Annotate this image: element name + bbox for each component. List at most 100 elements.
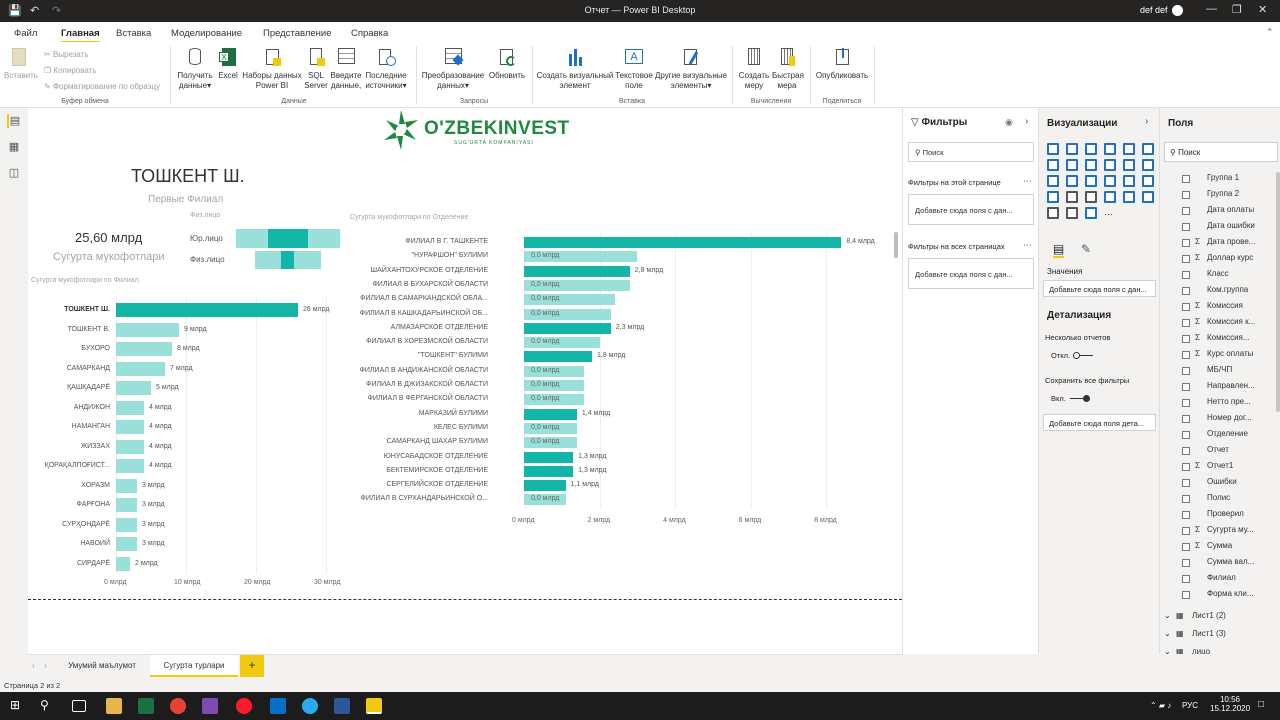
field-item[interactable]: Направлен... bbox=[1182, 380, 1280, 394]
bar[interactable] bbox=[116, 342, 172, 356]
viz-type-icon[interactable] bbox=[1085, 143, 1097, 155]
bar[interactable] bbox=[116, 537, 137, 551]
clock[interactable]: 10:56 15.12.2020 bbox=[1210, 695, 1250, 713]
quick-measure-button[interactable]: Быстрая мера bbox=[772, 46, 804, 91]
new-measure-button[interactable]: Создать меру bbox=[736, 46, 772, 91]
funnel-bar-physical-highlight[interactable] bbox=[281, 251, 294, 269]
fields-scrollbar[interactable] bbox=[1276, 172, 1280, 412]
field-item[interactable]: Σ Дата прове... bbox=[1182, 236, 1280, 250]
minimize-icon[interactable]: — bbox=[1206, 3, 1217, 15]
field-checkbox[interactable] bbox=[1182, 591, 1190, 599]
field-item[interactable]: Отчет bbox=[1182, 444, 1280, 458]
chevron-down-icon[interactable]: ⌄ bbox=[1164, 629, 1171, 638]
tray-icons[interactable]: ⌃ ▰ ♪ bbox=[1150, 701, 1171, 710]
opera-icon[interactable] bbox=[236, 698, 252, 714]
new-visual-button[interactable]: Создать визуальный элемент bbox=[536, 46, 614, 91]
viz-type-icon[interactable] bbox=[1047, 207, 1059, 219]
publish-button[interactable]: Опубликовать bbox=[814, 46, 870, 81]
field-checkbox[interactable] bbox=[1182, 367, 1190, 375]
powerbi-taskbar-icon[interactable] bbox=[366, 698, 382, 714]
field-item[interactable]: Σ Сумма bbox=[1182, 540, 1280, 554]
field-checkbox[interactable] bbox=[1182, 511, 1190, 519]
viz-type-icon[interactable] bbox=[1104, 143, 1116, 155]
viz-type-icon[interactable] bbox=[1142, 175, 1154, 187]
field-checkbox[interactable] bbox=[1182, 255, 1190, 263]
viz-type-icon[interactable] bbox=[1047, 159, 1059, 171]
field-checkbox[interactable] bbox=[1182, 239, 1190, 247]
field-item[interactable]: Σ Сугурта му... bbox=[1182, 524, 1280, 538]
enter-data-button[interactable]: Введите данные, bbox=[329, 46, 363, 91]
field-checkbox[interactable] bbox=[1182, 383, 1190, 391]
viz-type-icon[interactable] bbox=[1142, 143, 1154, 155]
viz-type-icon[interactable] bbox=[1085, 207, 1097, 219]
field-item[interactable]: Нетто пре... bbox=[1182, 396, 1280, 410]
chevron-down-icon[interactable]: ⌄ bbox=[1164, 611, 1171, 620]
bar[interactable] bbox=[116, 322, 179, 337]
menu-help[interactable]: Справка bbox=[351, 28, 388, 39]
viz-type-icon[interactable] bbox=[1123, 159, 1135, 171]
bar[interactable] bbox=[524, 480, 566, 492]
viz-type-icon[interactable] bbox=[1066, 159, 1078, 171]
menu-home[interactable]: Главная bbox=[61, 28, 100, 43]
field-item[interactable]: Ком.группа bbox=[1182, 284, 1280, 298]
bar[interactable] bbox=[116, 498, 137, 512]
telegram-icon[interactable] bbox=[302, 698, 318, 714]
viz-type-icon[interactable] bbox=[1047, 191, 1059, 203]
field-checkbox[interactable] bbox=[1182, 207, 1190, 215]
sql-button[interactable]: SQL Server bbox=[303, 46, 329, 91]
field-checkbox[interactable] bbox=[1182, 575, 1190, 583]
bar[interactable] bbox=[116, 381, 151, 395]
bar[interactable] bbox=[524, 237, 842, 248]
field-checkbox[interactable] bbox=[1182, 415, 1190, 423]
search-icon[interactable]: ⚲ bbox=[40, 698, 56, 714]
field-item[interactable]: Σ Комиссия... bbox=[1182, 332, 1280, 346]
menu-modeling[interactable]: Моделирование bbox=[171, 28, 242, 39]
viz-type-icon[interactable] bbox=[1066, 175, 1078, 187]
field-item[interactable]: Полис bbox=[1182, 492, 1280, 506]
more-options-icon[interactable]: ⋯ bbox=[1023, 240, 1032, 251]
field-item[interactable]: Форма кли... bbox=[1182, 588, 1280, 602]
avatar[interactable] bbox=[1172, 5, 1183, 16]
bar[interactable] bbox=[116, 420, 144, 434]
viz-type-icon[interactable] bbox=[1123, 175, 1135, 187]
cross-report-toggle[interactable] bbox=[1073, 352, 1093, 359]
viz-type-icon[interactable] bbox=[1104, 159, 1116, 171]
explorer-icon[interactable] bbox=[106, 698, 122, 714]
tab-insurance-types[interactable]: Сугурта турлари bbox=[150, 655, 238, 677]
prev-page-icon[interactable]: ‹ bbox=[32, 661, 35, 670]
field-item[interactable]: Филиал bbox=[1182, 572, 1280, 586]
field-item[interactable]: Ошибки bbox=[1182, 476, 1280, 490]
user-name[interactable]: def def bbox=[1140, 5, 1168, 15]
field-item[interactable]: Группа 2 bbox=[1182, 188, 1280, 202]
add-page-button[interactable]: + bbox=[240, 655, 264, 677]
outlook-icon[interactable] bbox=[270, 698, 286, 714]
viz-type-icon[interactable] bbox=[1066, 143, 1078, 155]
field-checkbox[interactable] bbox=[1182, 399, 1190, 407]
bar[interactable] bbox=[116, 303, 298, 317]
viz-type-icon[interactable]: … bbox=[1104, 207, 1116, 219]
viz-type-icon[interactable] bbox=[1123, 191, 1135, 203]
field-item[interactable]: Дата ошибки bbox=[1182, 220, 1280, 234]
field-item[interactable]: Номер дог... bbox=[1182, 412, 1280, 426]
pbi-datasets-button[interactable]: Наборы данных Power BI bbox=[240, 46, 304, 91]
filters-page-drop[interactable]: Добавьте сюда поля с дан... bbox=[908, 194, 1034, 225]
bar[interactable] bbox=[524, 322, 611, 334]
field-item[interactable]: Отделение bbox=[1182, 428, 1280, 442]
get-data-button[interactable]: Получить данные▾ bbox=[174, 46, 216, 91]
field-checkbox[interactable] bbox=[1182, 351, 1190, 359]
more-visuals-button[interactable]: Другие визуальные элементы▾ bbox=[654, 46, 728, 91]
field-item[interactable]: Проверил bbox=[1182, 508, 1280, 522]
field-item[interactable]: Класс bbox=[1182, 268, 1280, 282]
field-checkbox[interactable] bbox=[1182, 223, 1190, 231]
format-paint-icon[interactable]: ✎ bbox=[1081, 242, 1091, 256]
task-view-icon[interactable] bbox=[72, 700, 86, 712]
table-item[interactable]: ⌄ ▦ Лист1 (3) bbox=[1164, 628, 1274, 642]
field-checkbox[interactable] bbox=[1182, 463, 1190, 471]
field-checkbox[interactable] bbox=[1182, 319, 1190, 327]
filters-search-input[interactable]: ⚲ Поиск bbox=[908, 142, 1034, 162]
chrome-icon[interactable] bbox=[170, 698, 186, 714]
menu-file[interactable]: Файл bbox=[14, 28, 37, 39]
viz-type-icon[interactable] bbox=[1085, 159, 1097, 171]
fields-search-input[interactable]: ⚲ Поиск bbox=[1164, 142, 1278, 162]
viz-type-icon[interactable] bbox=[1142, 159, 1154, 171]
